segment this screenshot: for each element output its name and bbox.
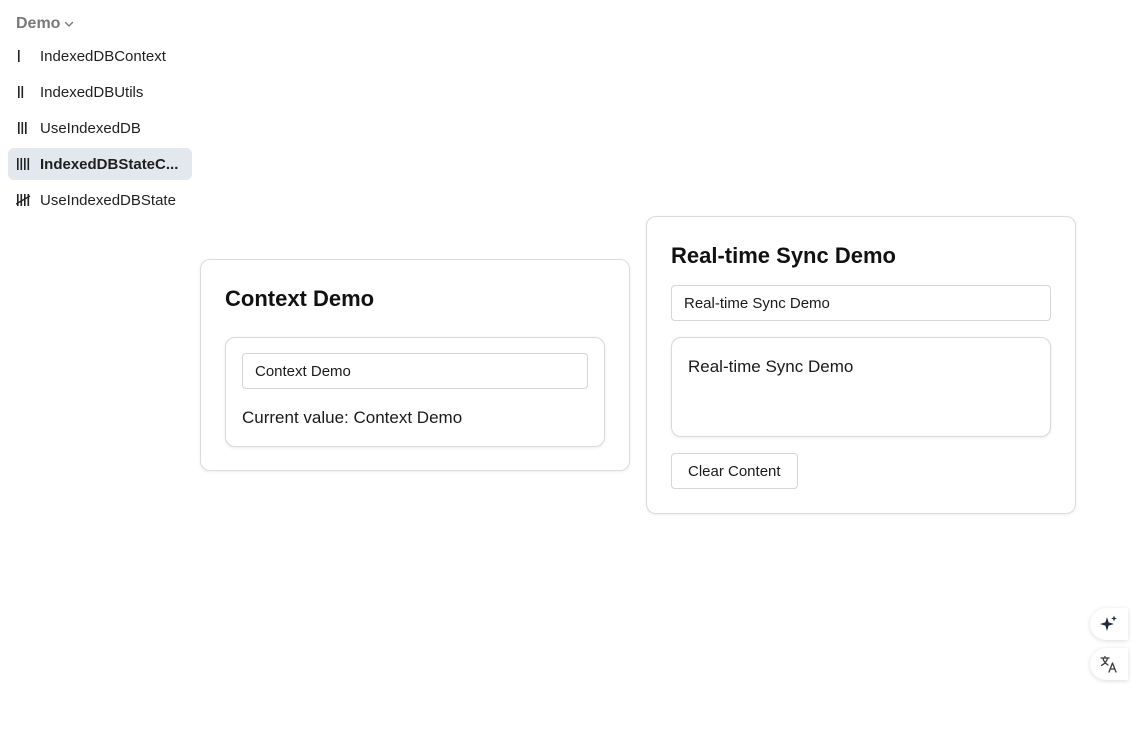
current-value-text: Current value: Context Demo [242,408,463,427]
sidebar-item-label: IndexedDBUtils [40,83,144,101]
context-demo-card: Context Demo Current value: Context Demo [200,259,630,471]
sync-content-text: Real-time Sync Demo [688,357,854,376]
sidebar-item-label: UseIndexedDBState [40,191,176,209]
context-demo-title: Context Demo [225,286,375,311]
translate-button[interactable] [1090,648,1128,680]
sidebar-item-indexeddbstatecontext[interactable]: IndexedDBStateC... [8,148,192,180]
sync-demo-input[interactable] [671,285,1051,321]
chevron-down-icon [65,21,74,27]
sidebar-item-indexeddbcontext[interactable]: IndexedDBContext [8,40,192,72]
sparkle-icon [1100,615,1117,631]
sidebar-item-label: UseIndexedDB [40,119,141,137]
sync-demo-title: Real-time Sync Demo [671,243,896,268]
roman-four-icon [16,157,40,171]
sidebar-item-useindexeddb[interactable]: UseIndexedDB [8,112,192,144]
sync-content-area[interactable]: Real-time Sync Demo [671,337,1051,437]
roman-three-icon [16,121,40,135]
sidebar-section-label: Demo [16,15,61,32]
sidebar-item-label: IndexedDBContext [40,47,166,65]
roman-one-icon [16,49,40,63]
clear-content-button[interactable]: Clear Content [671,453,798,489]
roman-two-icon [16,85,40,99]
context-demo-input[interactable] [242,353,588,389]
sidebar-item-useindexeddbstate[interactable]: UseIndexedDBState [8,184,192,216]
tally-five-icon [16,193,40,207]
sidebar-item-indexeddbutils[interactable]: IndexedDBUtils [8,76,192,108]
ai-assist-button[interactable] [1090,608,1128,640]
sync-demo-card: Real-time Sync Demo Real-time Sync Demo … [646,216,1076,514]
context-demo-inner-panel: Current value: Context Demo [225,337,605,447]
sidebar-item-label: IndexedDBStateC... [40,155,179,173]
translate-icon [1100,655,1117,673]
sidebar-section-header-demo[interactable]: Demo [16,14,75,34]
